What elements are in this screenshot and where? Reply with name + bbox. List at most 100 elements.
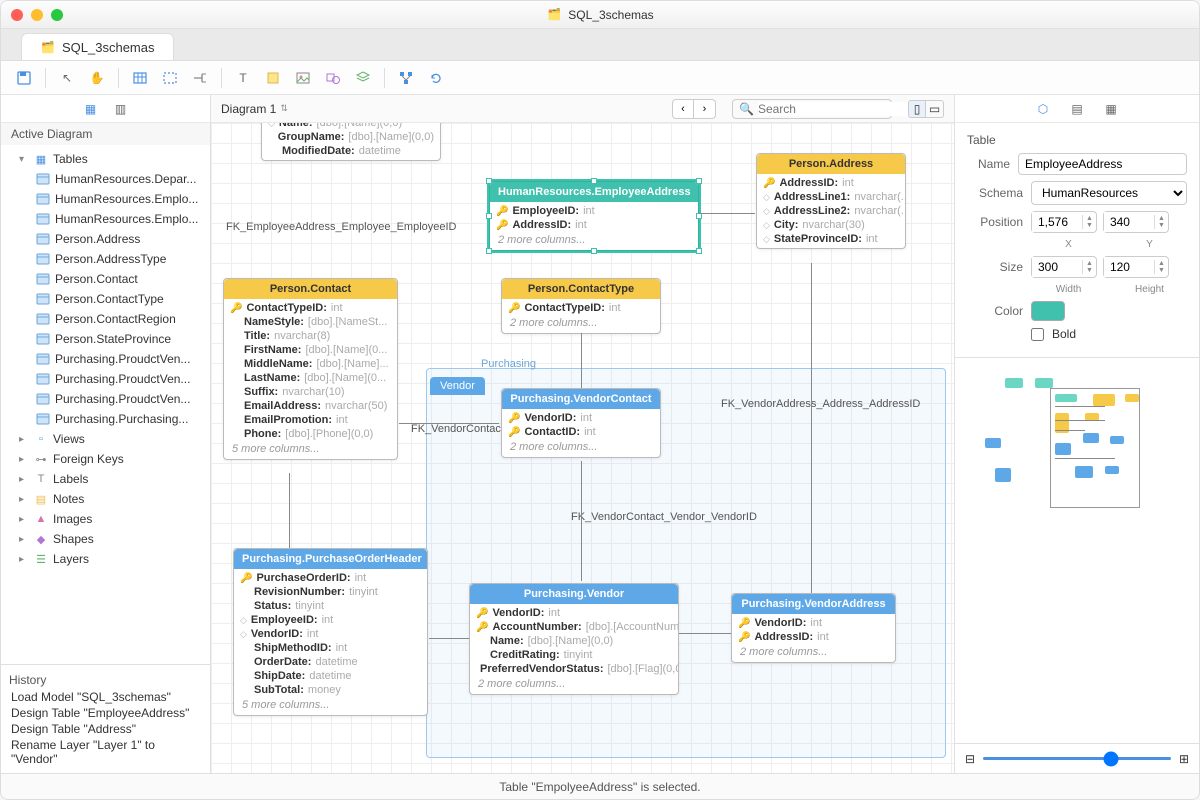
column-row[interactable]: 🔑AddressID: int: [757, 176, 905, 190]
shape-icon[interactable]: [324, 69, 342, 87]
hand-icon[interactable]: ✋: [88, 69, 106, 87]
tree-node-foreign-keys[interactable]: ▸⊶Foreign Keys: [1, 449, 210, 469]
view-icon[interactable]: [161, 69, 179, 87]
column-row[interactable]: EmailPromotion: int: [224, 413, 397, 427]
more-columns[interactable]: 5 more columns...: [234, 697, 427, 713]
zoom-out-icon[interactable]: ⊟: [965, 752, 975, 766]
column-row[interactable]: ◇City: nvarchar(30): [757, 218, 905, 232]
column-row[interactable]: NameStyle: [dbo].[NameSt...: [224, 315, 397, 329]
document-tab[interactable]: 🗂️ SQL_3schemas: [21, 33, 174, 60]
more-columns[interactable]: 2 more columns...: [732, 644, 895, 660]
column-row[interactable]: ◇Name: [dbo].[Name](0,0): [262, 123, 440, 130]
search-input[interactable]: [758, 102, 913, 116]
history-item[interactable]: Rename Layer "Layer 1" to "Vendor": [9, 737, 202, 767]
tree-leaf[interactable]: Purchasing.ProudctVen...: [1, 389, 210, 409]
y-spinbox[interactable]: ▲▼: [1103, 211, 1169, 233]
tree-leaf[interactable]: Person.ContactRegion: [1, 309, 210, 329]
zoom-window-icon[interactable]: [51, 9, 63, 21]
diagram-canvas[interactable]: Purchasing Vendor FK_EmployeeAddress_Emp…: [211, 123, 954, 773]
inspector-style-icon[interactable]: ▤: [1068, 100, 1086, 118]
tree-leaf[interactable]: HumanResources.Emplo...: [1, 189, 210, 209]
nav-forward-button[interactable]: ›: [694, 99, 716, 119]
auto-layout-icon[interactable]: [397, 69, 415, 87]
column-row[interactable]: PreferredVendorStatus: [dbo].[Flag](0,0): [470, 662, 678, 676]
tree-leaf[interactable]: Person.Contact: [1, 269, 210, 289]
tree-node-layers[interactable]: ▸☰Layers: [1, 549, 210, 569]
x-spinbox[interactable]: ▲▼: [1031, 211, 1097, 233]
color-swatch[interactable]: [1031, 301, 1065, 321]
column-row[interactable]: GroupName: [dbo].[Name](0,0): [262, 130, 440, 144]
tree-leaf[interactable]: Purchasing.Purchasing...: [1, 409, 210, 429]
entity-purchase-order[interactable]: Purchasing.PurchaseOrderHeader 🔑Purchase…: [233, 548, 428, 716]
layer-icon[interactable]: [354, 69, 372, 87]
entity-vendor-contact[interactable]: Purchasing.VendorContact 🔑VendorID: int🔑…: [501, 388, 661, 458]
tree-leaf[interactable]: Person.StateProvince: [1, 329, 210, 349]
column-row[interactable]: CreditRating: tinyint: [470, 648, 678, 662]
w-input[interactable]: [1032, 257, 1082, 277]
entity-truncated-top[interactable]: ◇Name: [dbo].[Name](0,0)GroupName: [dbo]…: [261, 123, 441, 161]
view-compact-icon[interactable]: ▭: [926, 100, 944, 118]
tree-node-labels[interactable]: ▸TLabels: [1, 469, 210, 489]
zoom-in-icon[interactable]: ⊞: [1179, 752, 1189, 766]
history-item[interactable]: Load Model "SQL_3schemas": [9, 689, 202, 705]
region-tab[interactable]: Vendor: [430, 377, 485, 395]
column-row[interactable]: ModifiedDate: datetime: [262, 144, 440, 158]
minimap[interactable]: [955, 357, 1199, 743]
note-icon[interactable]: [264, 69, 282, 87]
relation-icon[interactable]: [191, 69, 209, 87]
y-input[interactable]: [1104, 212, 1154, 232]
name-input[interactable]: [1018, 153, 1187, 175]
table-icon[interactable]: [131, 69, 149, 87]
column-row[interactable]: MiddleName: [dbo].[Name]...: [224, 357, 397, 371]
history-item[interactable]: Design Table "EmployeeAddress": [9, 705, 202, 721]
column-row[interactable]: ◇VendorID: int: [234, 627, 427, 641]
more-columns[interactable]: 2 more columns...: [502, 315, 660, 331]
tree-leaf[interactable]: HumanResources.Depar...: [1, 169, 210, 189]
refresh-icon[interactable]: [427, 69, 445, 87]
column-row[interactable]: EmailAddress: nvarchar(50): [224, 399, 397, 413]
h-spinbox[interactable]: ▲▼: [1103, 256, 1169, 278]
column-row[interactable]: Suffix: nvarchar(10): [224, 385, 397, 399]
column-row[interactable]: Name: [dbo].[Name](0,0): [470, 634, 678, 648]
column-row[interactable]: 🔑VendorID: int: [470, 606, 678, 620]
column-row[interactable]: 🔑EmployeeID: int: [490, 204, 698, 218]
inspector-object-icon[interactable]: ⬡: [1034, 100, 1052, 118]
column-row[interactable]: 🔑PurchaseOrderID: int: [234, 571, 427, 585]
view-full-icon[interactable]: ▯: [908, 100, 926, 118]
outline-tree[interactable]: ▾▦TablesHumanResources.Depar...HumanReso…: [1, 145, 210, 664]
close-window-icon[interactable]: [11, 9, 23, 21]
diagram-selector[interactable]: Diagram 1 ⇅: [221, 102, 288, 116]
column-row[interactable]: ShipDate: datetime: [234, 669, 427, 683]
search-box[interactable]: 🔍: [732, 99, 892, 119]
tree-node-views[interactable]: ▸▫Views: [1, 429, 210, 449]
zoom-slider[interactable]: [983, 757, 1171, 760]
entity-vendor[interactable]: Purchasing.Vendor 🔑VendorID: int🔑Account…: [469, 583, 679, 695]
tree-node-tables[interactable]: ▾▦Tables: [1, 149, 210, 169]
w-spinbox[interactable]: ▲▼: [1031, 256, 1097, 278]
column-row[interactable]: ◇StateProvinceID: int: [757, 232, 905, 246]
diagram-tree-icon[interactable]: ▥: [112, 100, 130, 118]
inspector-layout-icon[interactable]: ▦: [1102, 100, 1120, 118]
history-item[interactable]: Design Table "Address": [9, 721, 202, 737]
entity-contact-type[interactable]: Person.ContactType 🔑ContactTypeID: int2 …: [501, 278, 661, 334]
column-row[interactable]: Phone: [dbo].[Phone](0,0): [224, 427, 397, 441]
nav-back-button[interactable]: ‹: [672, 99, 694, 119]
tree-leaf[interactable]: Person.AddressType: [1, 249, 210, 269]
column-row[interactable]: 🔑ContactTypeID: int: [502, 301, 660, 315]
column-row[interactable]: ◇AddressLine1: nvarchar(...: [757, 190, 905, 204]
column-row[interactable]: RevisionNumber: tinyint: [234, 585, 427, 599]
tree-leaf[interactable]: Purchasing.ProudctVen...: [1, 349, 210, 369]
tree-leaf[interactable]: Person.Address: [1, 229, 210, 249]
column-row[interactable]: SubTotal: money: [234, 683, 427, 697]
tree-leaf[interactable]: HumanResources.Emplo...: [1, 209, 210, 229]
pointer-icon[interactable]: ↖: [58, 69, 76, 87]
column-row[interactable]: 🔑VendorID: int: [732, 616, 895, 630]
text-icon[interactable]: T: [234, 69, 252, 87]
column-row[interactable]: 🔑VendorID: int: [502, 411, 660, 425]
tree-node-images[interactable]: ▸▲Images: [1, 509, 210, 529]
column-row[interactable]: OrderDate: datetime: [234, 655, 427, 669]
entity-employee-address[interactable]: HumanResources.EmployeeAddress 🔑Employee…: [489, 181, 699, 251]
tree-leaf[interactable]: Purchasing.ProudctVen...: [1, 369, 210, 389]
model-tree-icon[interactable]: ▦: [82, 100, 100, 118]
column-row[interactable]: ◇AddressLine2: nvarchar(...: [757, 204, 905, 218]
